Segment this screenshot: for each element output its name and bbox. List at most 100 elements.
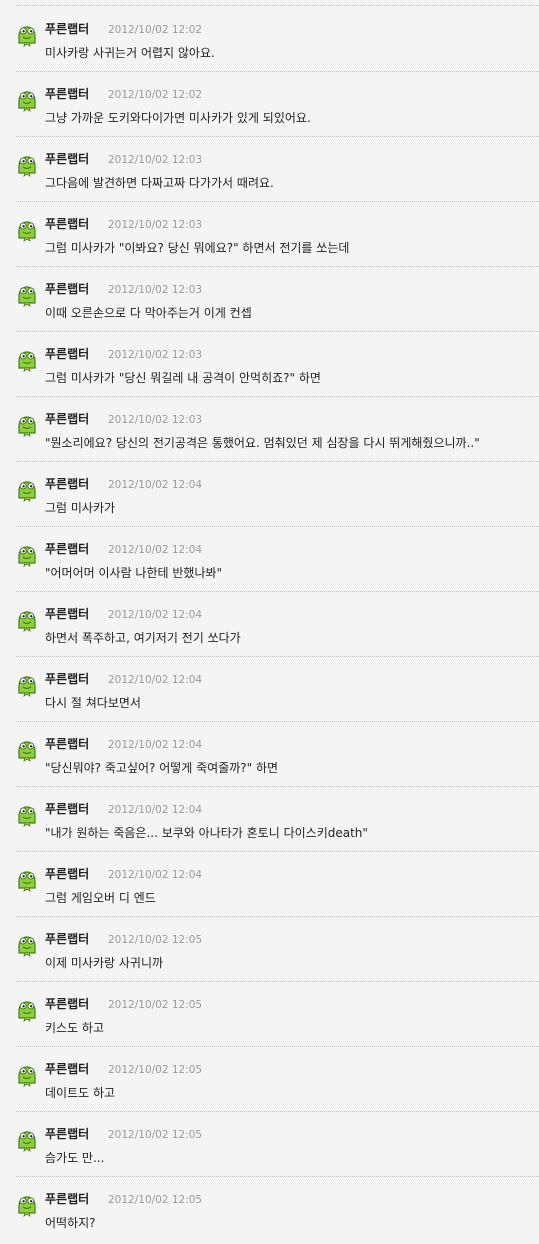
avatar[interactable] [16, 1193, 38, 1217]
comment-item: 푸른랩터 2012/10/02 12:02 그냥 가까운 도키와다이가면 미사카… [0, 72, 539, 137]
comment-item: 푸른랩터 2012/10/02 12:05 데이트도 하고 [0, 1047, 539, 1112]
avatar[interactable] [16, 933, 38, 957]
comment-author[interactable]: 푸른랩터 [45, 151, 89, 167]
comment-author[interactable]: 푸른랩터 [45, 1126, 89, 1142]
avatar[interactable] [16, 998, 38, 1022]
comment-item: 푸른랩터 2012/10/02 12:03 이때 오른손으로 다 막아주는거 이… [0, 267, 539, 332]
comment-timestamp: 2012/10/02 12:04 [108, 869, 203, 881]
avatar[interactable] [16, 283, 38, 307]
avatar[interactable] [16, 673, 38, 697]
comment-author[interactable]: 푸른랩터 [45, 996, 89, 1012]
comment-timestamp: 2012/10/02 12:05 [108, 1129, 203, 1141]
avatar[interactable] [16, 478, 38, 502]
comment-text: 그럼 미사카가 "이봐요? 당신 뭐에요?" 하면서 전기를 쏘는데 [45, 241, 350, 255]
frog-avatar-icon [18, 91, 36, 112]
comment-author[interactable]: 푸른랩터 [45, 931, 89, 947]
comment-author[interactable]: 푸른랩터 [45, 346, 89, 362]
comment-timestamp: 2012/10/02 12:04 [108, 479, 203, 491]
comment-author[interactable]: 푸른랩터 [45, 21, 89, 37]
comment-text: 하면서 폭주하고, 여기저기 전기 쏘다가 [45, 631, 241, 645]
comment-author[interactable]: 푸른랩터 [45, 216, 89, 232]
comment-item: 푸른랩터 2012/10/02 12:04 다시 절 쳐다보면서 [0, 657, 539, 722]
comment-list: 푸른랩터 2012/10/02 12:02 미사카랑 사귀는거 어렵지 않아요.… [0, 0, 539, 1244]
comment-item: 푸른랩터 2012/10/02 12:04 그럼 게임오버 디 엔드 [0, 852, 539, 917]
frog-avatar-icon [18, 871, 36, 892]
comment-author[interactable]: 푸른랩터 [45, 801, 89, 817]
frog-avatar-icon [18, 26, 36, 47]
comment-item: 푸른랩터 2012/10/02 12:03 그럼 미사카가 "당신 뭐길레 내 … [0, 332, 539, 397]
comment-author[interactable]: 푸른랩터 [45, 281, 89, 297]
avatar[interactable] [16, 88, 38, 112]
comment-item: 푸른랩터 2012/10/02 12:04 하면서 폭주하고, 여기저기 전기 … [0, 592, 539, 657]
avatar[interactable] [16, 738, 38, 762]
frog-avatar-icon [18, 1131, 36, 1152]
frog-avatar-icon [18, 221, 36, 242]
comment-author[interactable]: 푸른랩터 [45, 476, 89, 492]
frog-avatar-icon [18, 156, 36, 177]
comment-text: "뭔소리에요? 당신의 전기공격은 통했어요. 멈춰있던 제 심장을 다시 뛰게… [45, 436, 480, 450]
avatar[interactable] [16, 218, 38, 242]
frog-avatar-icon [18, 1001, 36, 1022]
frog-avatar-icon [18, 611, 36, 632]
frog-avatar-icon [18, 416, 36, 437]
frog-avatar-icon [18, 1196, 36, 1217]
avatar[interactable] [16, 413, 38, 437]
frog-avatar-icon [18, 936, 36, 957]
comment-text: 이때 오른손으로 다 막아주는거 이게 컨셉 [45, 306, 252, 320]
comment-timestamp: 2012/10/02 12:05 [108, 1064, 203, 1076]
avatar[interactable] [16, 23, 38, 47]
comment-timestamp: 2012/10/02 12:04 [108, 609, 203, 621]
comment-text: 데이트도 하고 [45, 1086, 116, 1100]
frog-avatar-icon [18, 351, 36, 372]
avatar[interactable] [16, 543, 38, 567]
comment-timestamp: 2012/10/02 12:05 [108, 934, 203, 946]
comment-text: "당신뭐야? 죽고싶어? 어떻게 죽여줄까?" 하면 [45, 761, 279, 775]
comment-timestamp: 2012/10/02 12:04 [108, 739, 203, 751]
comment-author[interactable]: 푸른랩터 [45, 541, 89, 557]
avatar[interactable] [16, 608, 38, 632]
comment-author[interactable]: 푸른랩터 [45, 86, 89, 102]
comment-author[interactable]: 푸른랩터 [45, 1191, 89, 1207]
frog-avatar-icon [18, 741, 36, 762]
avatar[interactable] [16, 803, 38, 827]
avatar[interactable] [16, 348, 38, 372]
comment-text: 이제 미사카랑 사귀니까 [45, 956, 164, 970]
comment-text: "어머어머 이사람 나한테 반했나봐" [45, 566, 223, 580]
comment-text: 다시 절 쳐다보면서 [45, 696, 141, 710]
frog-avatar-icon [18, 806, 36, 827]
frog-avatar-icon [18, 1066, 36, 1087]
comment-author[interactable]: 푸른랩터 [45, 671, 89, 687]
comment-item: 푸른랩터 2012/10/02 12:05 어떡하지? [0, 1177, 539, 1242]
comment-text: 어떡하지? [45, 1216, 96, 1230]
top-divider [16, 5, 539, 6]
frog-avatar-icon [18, 546, 36, 567]
comment-author[interactable]: 푸른랩터 [45, 411, 89, 427]
comment-item: 푸른랩터 2012/10/02 12:05 이제 미사카랑 사귀니까 [0, 917, 539, 982]
avatar[interactable] [16, 868, 38, 892]
comment-item: 푸른랩터 2012/10/02 12:04 그럼 미사카가 [0, 462, 539, 527]
frog-avatar-icon [18, 676, 36, 697]
comment-item: 푸른랩터 2012/10/02 12:05 키스도 하고 [0, 982, 539, 1047]
comment-author[interactable]: 푸른랩터 [45, 606, 89, 622]
comment-text: 그다음에 발견하면 다짜고짜 다가가서 때려요. [45, 176, 274, 190]
comment-item: 푸른랩터 2012/10/02 12:03 "뭔소리에요? 당신의 전기공격은 … [0, 397, 539, 462]
comment-timestamp: 2012/10/02 12:04 [108, 674, 203, 686]
comment-item: 푸른랩터 2012/10/02 12:05 슴가도 만... [0, 1112, 539, 1177]
comment-author[interactable]: 푸른랩터 [45, 866, 89, 882]
avatar[interactable] [16, 1128, 38, 1152]
comment-timestamp: 2012/10/02 12:03 [108, 154, 203, 166]
comment-timestamp: 2012/10/02 12:03 [108, 414, 203, 426]
comment-author[interactable]: 푸른랩터 [45, 736, 89, 752]
comment-item: 푸른랩터 2012/10/02 12:04 "당신뭐야? 죽고싶어? 어떻게 죽… [0, 722, 539, 787]
comment-text: 그냥 가까운 도키와다이가면 미사카가 있게 되있어요. [45, 111, 311, 125]
comment-timestamp: 2012/10/02 12:05 [108, 999, 203, 1011]
avatar[interactable] [16, 1063, 38, 1087]
comment-text: 미사카랑 사귀는거 어렵지 않아요. [45, 46, 215, 60]
comment-timestamp: 2012/10/02 12:03 [108, 349, 203, 361]
frog-avatar-icon [18, 481, 36, 502]
avatar[interactable] [16, 153, 38, 177]
comment-timestamp: 2012/10/02 12:02 [108, 24, 203, 36]
comment-author[interactable]: 푸른랩터 [45, 1061, 89, 1077]
comment-text: 그럼 미사카가 "당신 뭐길레 내 공격이 안먹히죠?" 하면 [45, 371, 321, 385]
comment-item: 푸른랩터 2012/10/02 12:04 "어머어머 이사람 나한테 반했나봐… [0, 527, 539, 592]
